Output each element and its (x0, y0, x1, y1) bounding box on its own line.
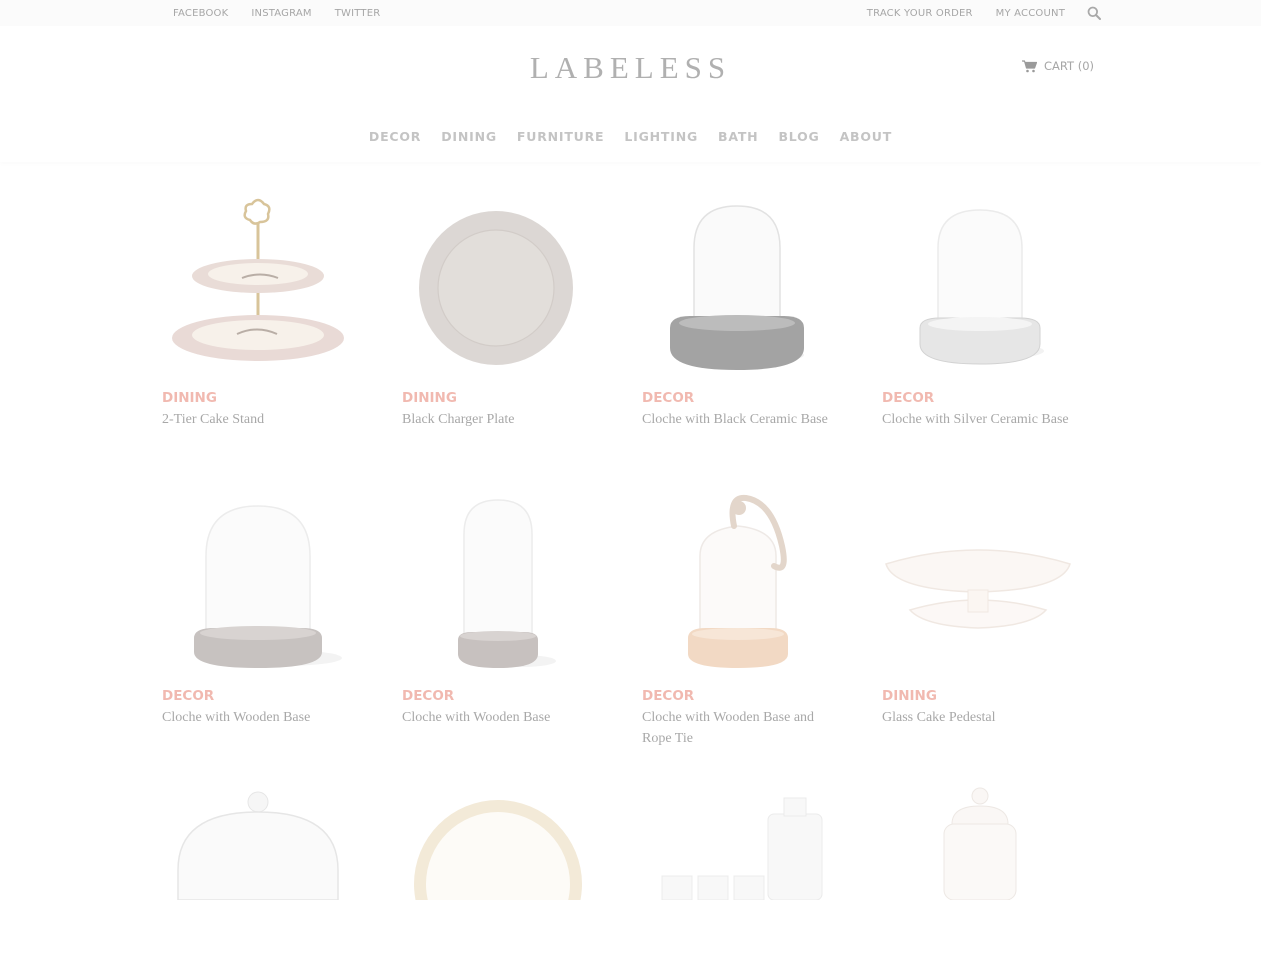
product-image-cloche-wood-wide[interactable] (162, 486, 362, 676)
product-card[interactable]: DINING Glass Cake Pedestal (882, 486, 1082, 728)
product-title[interactable]: Cloche with Black Ceramic Base (642, 409, 832, 430)
product-title[interactable]: Cloche with Wooden Base and Rope Tie (642, 707, 832, 749)
product-image-gold-plate[interactable] (402, 784, 602, 974)
nav-dining[interactable]: DINING (441, 129, 497, 144)
nav-furniture[interactable]: FURNITURE (517, 129, 604, 144)
product-category[interactable]: DECOR (402, 688, 454, 704)
product-card[interactable]: DECOR Cloche with Silver Ceramic Base (882, 188, 1082, 430)
product-image-cloche-black[interactable] (642, 188, 842, 378)
product-image-cloche-wood-tall[interactable] (402, 486, 602, 676)
nav-lighting[interactable]: LIGHTING (624, 129, 698, 144)
product-card[interactable]: DECOR Cloche with Black Ceramic Base (642, 188, 842, 430)
twitter-link[interactable]: TWITTER (335, 8, 381, 19)
my-account-link[interactable]: MY ACCOUNT (996, 8, 1065, 19)
product-category[interactable]: DECOR (642, 688, 694, 704)
product-image-cloche-rope[interactable] (642, 486, 842, 676)
account-links: TRACK YOUR ORDER MY ACCOUNT (844, 0, 1101, 26)
site-header: LABELESS CART (0) DECOR DINING FURNITURE… (0, 26, 1261, 162)
cart-button[interactable]: CART (0) (1022, 59, 1094, 73)
instagram-link[interactable]: INSTAGRAM (251, 8, 311, 19)
product-image-apothecary-jar[interactable] (882, 784, 1082, 974)
product-card[interactable]: DECOR Cloche with Wooden Base and Rope T… (642, 486, 842, 749)
main-navigation: DECOR DINING FURNITURE LIGHTING BATH BLO… (0, 129, 1261, 144)
nav-bath[interactable]: BATH (718, 129, 758, 144)
social-links: FACEBOOK INSTAGRAM TWITTER (173, 0, 403, 26)
track-order-link[interactable]: TRACK YOUR ORDER (867, 8, 973, 19)
product-image-decanter-set[interactable] (642, 784, 842, 974)
product-title[interactable]: Glass Cake Pedestal (882, 707, 1072, 728)
product-image-charger-plate[interactable] (402, 188, 602, 378)
product-category[interactable]: DECOR (882, 390, 934, 406)
product-card[interactable]: DINING Black Charger Plate (402, 188, 602, 430)
nav-blog[interactable]: BLOG (778, 129, 819, 144)
product-image-cake-stand[interactable] (162, 188, 362, 378)
product-category[interactable]: DINING (402, 390, 457, 406)
product-category[interactable]: DINING (882, 688, 937, 704)
product-category[interactable]: DINING (162, 390, 217, 406)
product-image-cake-pedestal[interactable] (882, 486, 1082, 676)
product-title[interactable]: Black Charger Plate (402, 409, 592, 430)
product-title[interactable]: Cloche with Wooden Base (162, 707, 352, 728)
shopping-cart-icon (1022, 59, 1038, 73)
facebook-link[interactable]: FACEBOOK (173, 8, 228, 19)
product-category[interactable]: DECOR (162, 688, 214, 704)
nav-about[interactable]: ABOUT (840, 129, 893, 144)
product-card[interactable] (642, 784, 842, 974)
product-title[interactable]: Cloche with Silver Ceramic Base (882, 409, 1072, 430)
product-card[interactable]: DINING 2-Tier Cake Stand (162, 188, 362, 430)
product-card[interactable] (882, 784, 1082, 974)
product-card[interactable] (162, 784, 362, 974)
product-image-cloche-silver[interactable] (882, 188, 1082, 378)
product-card[interactable]: DECOR Cloche with Wooden Base (162, 486, 362, 728)
product-category[interactable]: DECOR (642, 390, 694, 406)
search-icon[interactable] (1087, 6, 1101, 20)
top-utility-bar: FACEBOOK INSTAGRAM TWITTER TRACK YOUR OR… (0, 0, 1261, 26)
product-card[interactable]: DECOR Cloche with Wooden Base (402, 486, 602, 728)
nav-decor[interactable]: DECOR (369, 129, 421, 144)
product-title[interactable]: 2-Tier Cake Stand (162, 409, 352, 430)
product-card[interactable] (402, 784, 602, 974)
cart-label: CART (0) (1044, 59, 1095, 73)
product-image-glass-dome[interactable] (162, 784, 362, 974)
product-title[interactable]: Cloche with Wooden Base (402, 707, 592, 728)
